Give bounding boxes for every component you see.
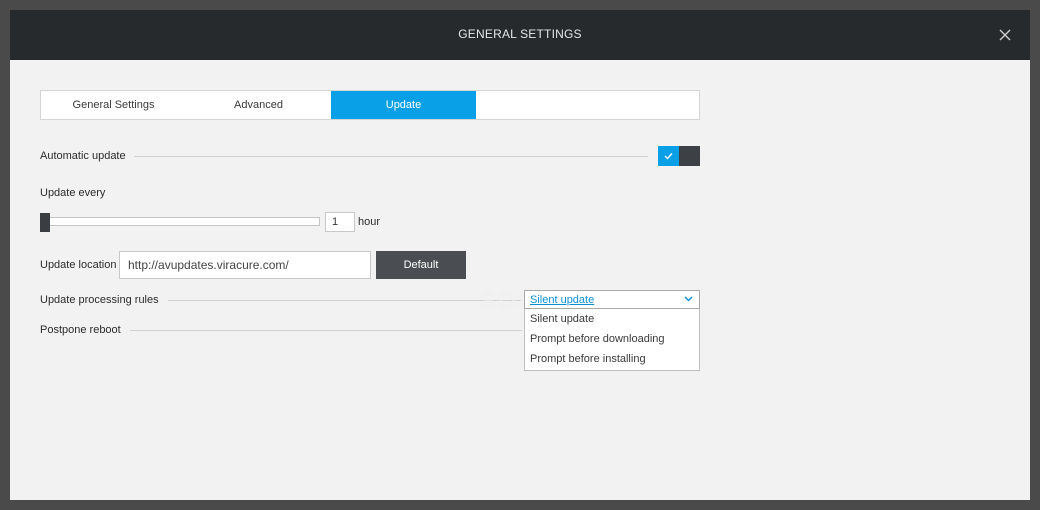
update-interval-slider[interactable] (40, 213, 320, 232)
toggle-on-segment (658, 146, 679, 166)
automatic-update-toggle[interactable] (658, 146, 700, 166)
check-icon (664, 153, 673, 160)
close-button[interactable] (994, 24, 1016, 46)
slider-track (40, 217, 320, 226)
automatic-update-label: Automatic update (40, 150, 126, 162)
tab-update[interactable]: Update (331, 91, 476, 119)
update-location-label: Update location (40, 259, 117, 271)
default-button[interactable]: Default (376, 251, 466, 279)
processing-rules-dropdown[interactable]: Silent update (524, 290, 700, 309)
close-icon (999, 29, 1011, 41)
dropdown-option-prompt-before-installing[interactable]: Prompt before installing (525, 349, 699, 369)
update-every-label: Update every (40, 187, 106, 199)
tab-advanced[interactable]: Advanced (186, 91, 331, 119)
settings-window: GENERAL SETTINGS General Settings Advanc… (10, 10, 1030, 500)
dropdown-menu: Silent update Prompt before downloading … (524, 309, 700, 371)
title-bar: GENERAL SETTINGS (10, 10, 1030, 60)
update-interval-unit: hour (358, 216, 381, 228)
update-location-input[interactable]: http://avupdates.viracure.com/ (119, 251, 371, 279)
divider-line (168, 300, 522, 301)
toggle-off-segment (679, 146, 700, 166)
postpone-reboot-label: Postpone reboot (40, 324, 121, 336)
settings-tabs: General Settings Advanced Update (40, 90, 700, 120)
update-interval-input[interactable]: 1 (325, 212, 355, 232)
chevron-down-icon (684, 296, 693, 302)
window-title: GENERAL SETTINGS (458, 27, 582, 41)
dropdown-selected-value: Silent update (530, 294, 595, 306)
dropdown-option-prompt-before-downloading[interactable]: Prompt before downloading (525, 329, 699, 349)
tab-general-settings[interactable]: General Settings (41, 91, 186, 119)
divider-line (130, 330, 522, 331)
processing-rules-label: Update processing rules (40, 294, 159, 306)
dropdown-option-silent-update[interactable]: Silent update (525, 309, 699, 329)
slider-handle[interactable] (40, 213, 50, 232)
divider-line (134, 156, 648, 157)
